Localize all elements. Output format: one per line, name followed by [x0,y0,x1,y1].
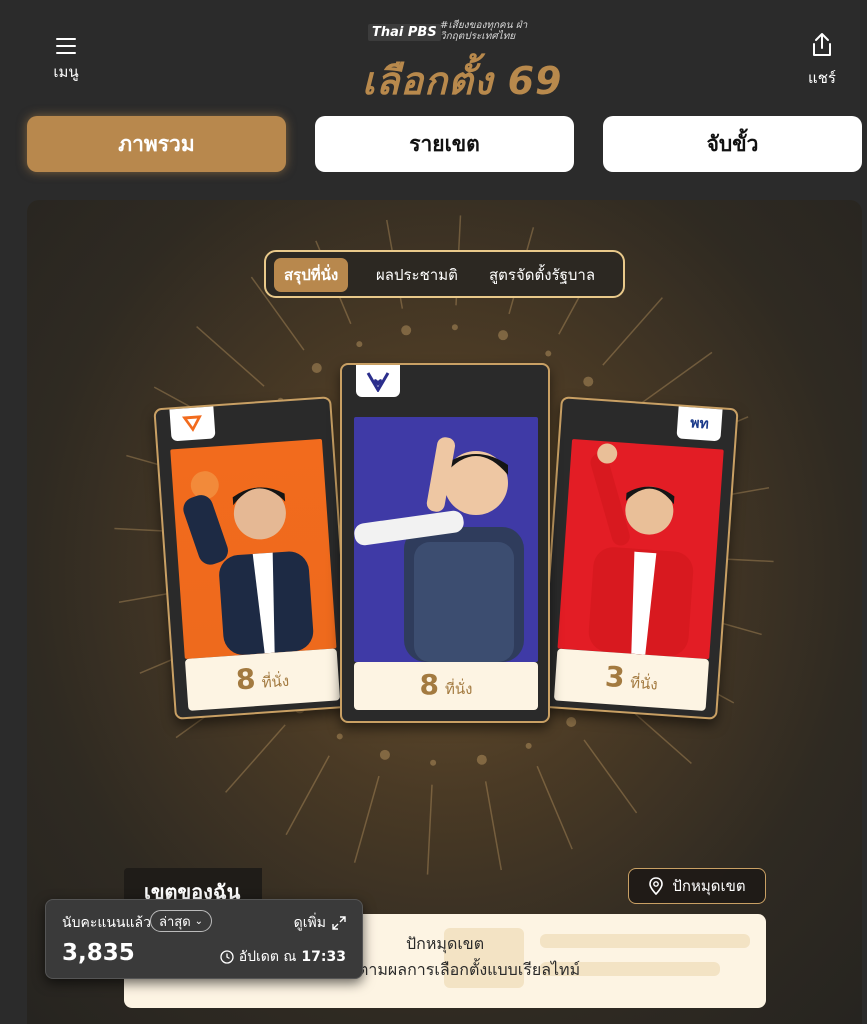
ray-line [426,784,433,875]
share-label: แชร์ [808,69,836,87]
share-button[interactable]: แชร์ [797,30,847,90]
see-more-button[interactable]: ดูเพิ่ม [294,912,346,934]
logo-tagline: #เสียงของทุกคน ฝ่าวิกฤตประเทศไทย [440,20,528,42]
party-logo: พท [676,406,723,442]
ray-dot [379,749,390,760]
party-card-right[interactable]: พท 3 ที่นั่ง [539,396,739,720]
counted-label: นับคะแนนแล้ว [62,915,151,931]
ray-dot [566,717,577,728]
subtab-government-formula[interactable]: สูตรจัดตั้งรัฐบาล [479,258,605,292]
seat-count: 3 [604,659,626,695]
sub-tabs: สรุปที่นั่ง ผลประชามติ สูตรจัดตั้งรัฐบาล [264,250,625,298]
ray-dot [336,733,343,740]
expand-icon [332,916,346,930]
seat-count-box: 8 ที่นั่ง [354,662,538,710]
header: เมนู Thai PBS #เสียงของทุกคน ฝ่าวิกฤตประ… [0,0,867,110]
update-time-value: 17:33 [301,949,346,965]
seat-count: 8 [234,662,257,697]
tab-coalition[interactable]: จับขั้ว [603,116,862,172]
placeholder-block [540,934,750,948]
ray-dot [583,376,594,387]
main-tabs: ภาพรวม รายเขต จับขั้ว [27,116,862,172]
see-more-label: ดูเพิ่ม [293,915,326,931]
seat-unit: ที่นั่ง [629,673,659,694]
menu-button[interactable]: เมนู [36,30,96,84]
logo-title: เลือกตั้ง 69 [362,59,563,103]
vote-count-value: 3,835 [62,940,135,966]
ray-line [583,739,638,814]
party-card-left[interactable]: 8 ที่นั่ง [153,396,353,720]
logo-brand: Thai PBS [368,24,441,41]
clock-icon [220,950,234,964]
subtab-seat-summary[interactable]: สรุปที่นั่ง [274,258,349,292]
ray-dot [525,742,532,749]
ray-line [536,765,573,850]
seat-count: 8 [419,668,439,701]
ray-dot [430,759,437,766]
ray-dot [311,362,322,373]
ray-dot [356,341,363,348]
latest-dropdown[interactable]: ล่าสุด ⌄ [150,910,213,932]
update-time: อัปเดต ณ 17:33 [220,946,346,968]
location-pin-icon [649,877,664,895]
ray-dot [498,330,509,341]
vote-count-widget[interactable]: นับคะแนนแล้ว ล่าสุด ⌄ ดูเพิ่ม 3,835 อัปเ… [45,899,363,979]
chevron-down-icon: ⌄ [194,915,204,927]
latest-dropdown-label: ล่าสุด [159,914,191,930]
district-prompt-subtitle: ตามผลการเลือกตั้งแบบเรียลไทม์ [358,960,581,979]
pin-district-button[interactable]: ปักหมุดเขต [628,868,766,904]
pin-district-label: ปักหมุดเขต [672,877,746,895]
tab-overview[interactable]: ภาพรวม [27,116,286,172]
election-logo[interactable]: Thai PBS #เสียงของทุกคน ฝ่าวิกฤตประเทศไท… [360,18,561,103]
hamburger-icon [56,36,76,56]
ray-line [353,775,380,863]
ray-line [638,351,713,406]
subtab-referendum[interactable]: ผลประชามติ [366,258,468,292]
seat-unit: ที่นั่ง [261,671,290,692]
candidate-photo [354,417,538,662]
seat-count-box: 3 ที่นั่ง [553,648,710,712]
ray-dot [401,325,412,336]
party-logo [169,406,216,442]
district-prompt-title: ปักหมุดเขต [406,934,485,953]
share-icon [813,33,831,56]
seat-count-box: 8 ที่นั่ง [184,648,341,711]
page: เมนู Thai PBS #เสียงของทุกคน ฝ่าวิกฤตประ… [0,0,867,1024]
ray-line [484,781,502,871]
ray-line [225,724,286,793]
ray-dot [451,324,458,331]
seat-unit: ที่นั่ง [445,680,473,698]
menu-label: เมนู [53,63,79,81]
ray-line [196,326,265,387]
candidate-photo [170,438,337,659]
update-prefix: อัปเดต ณ [238,949,297,965]
ray-dot [476,754,487,765]
ray-dot [545,350,552,357]
ray-line [285,755,330,836]
ray-line [602,297,663,366]
party-logo [356,365,400,397]
candidate-photo [557,439,724,660]
tab-district[interactable]: รายเขต [315,116,574,172]
party-card-center[interactable]: 8 ที่นั่ง [340,363,550,723]
